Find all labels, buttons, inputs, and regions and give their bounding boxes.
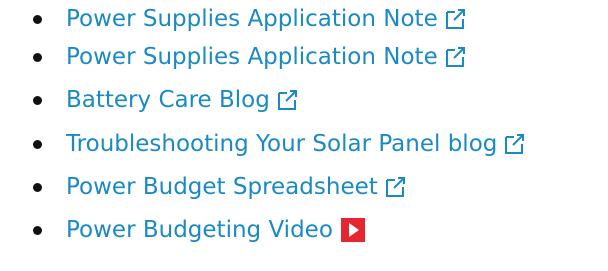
external-link-icon[interactable] bbox=[443, 7, 467, 31]
external-link-icon[interactable] bbox=[275, 88, 299, 112]
troubleshooting-solar-panel-blog-link[interactable]: Troubleshooting Your Solar Panel blog bbox=[66, 129, 497, 159]
power-supplies-app-note-link[interactable]: Power Supplies Application Note bbox=[66, 4, 438, 34]
list-item: Battery Care Blog bbox=[0, 81, 299, 119]
list-item: Troubleshooting Your Solar Panel blog bbox=[0, 125, 526, 163]
bullet-icon bbox=[33, 95, 42, 105]
bullet-icon bbox=[33, 225, 42, 235]
list-item: Power Supplies Application Note bbox=[0, 38, 467, 76]
list-item: Power Supplies Application Note bbox=[0, 0, 467, 38]
bullet-icon bbox=[33, 182, 42, 192]
external-link-icon[interactable] bbox=[383, 175, 407, 199]
list-item: Power Budgeting Video bbox=[0, 211, 365, 249]
video-play-icon[interactable] bbox=[340, 218, 365, 242]
power-supplies-app-note-link-2[interactable]: Power Supplies Application Note bbox=[66, 42, 438, 72]
bullet-icon bbox=[33, 139, 42, 149]
bullet-icon bbox=[33, 52, 42, 62]
external-link-icon[interactable] bbox=[443, 45, 467, 69]
bullet-icon bbox=[33, 14, 42, 24]
external-link-icon[interactable] bbox=[502, 132, 526, 156]
power-budgeting-video-link[interactable]: Power Budgeting Video bbox=[66, 215, 333, 245]
list-item: Power Budget Spreadsheet bbox=[0, 168, 407, 206]
power-budget-spreadsheet-link[interactable]: Power Budget Spreadsheet bbox=[66, 172, 378, 202]
battery-care-blog-link[interactable]: Battery Care Blog bbox=[66, 85, 270, 115]
